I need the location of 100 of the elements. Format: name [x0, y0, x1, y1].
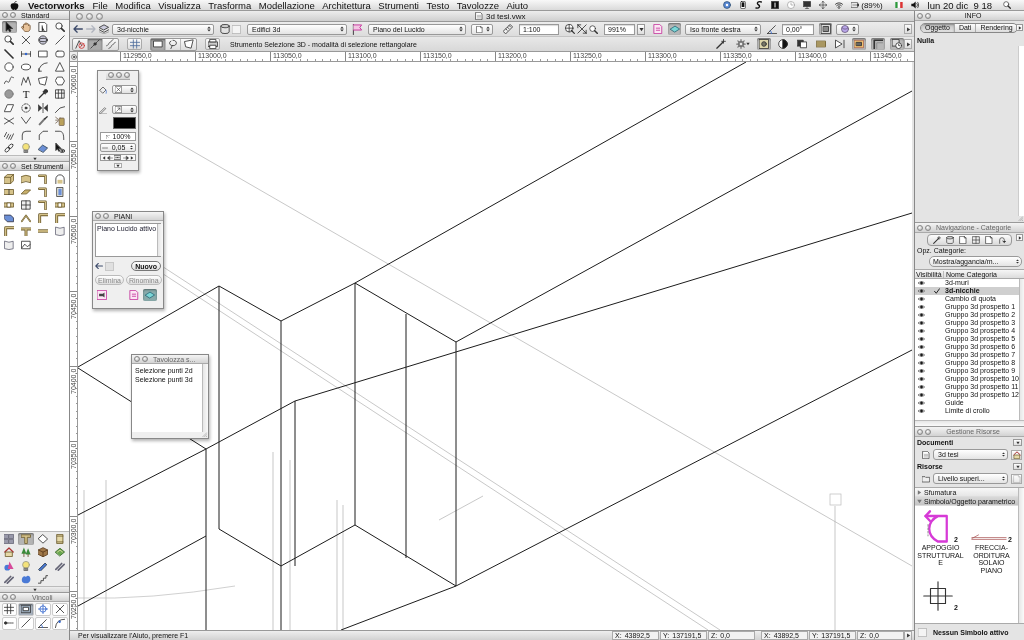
pen-icon[interactable] [99, 105, 107, 114]
app-menu[interactable]: Vectorworks [28, 0, 85, 11]
projection-button[interactable] [819, 23, 832, 35]
more-button[interactable] [1016, 234, 1023, 241]
close-button[interactable] [917, 12, 923, 19]
menu-item[interactable]: Architettura [322, 0, 371, 11]
caret-right-icon[interactable] [130, 155, 135, 160]
dark-tile-icon[interactable] [771, 1, 780, 9]
document-icon[interactable] [922, 450, 930, 459]
wand-icon[interactable] [933, 235, 941, 244]
menu-item[interactable]: Visualizza [158, 0, 201, 11]
eye-icon[interactable] [918, 353, 925, 357]
collapse-button[interactable] [10, 163, 16, 169]
resize-grip-icon[interactable] [201, 431, 207, 437]
scrollbar[interactable] [915, 420, 1024, 426]
option-button[interactable] [890, 38, 904, 50]
close-button[interactable] [2, 594, 8, 600]
mode-button[interactable] [88, 38, 103, 50]
speaker-icon[interactable] [910, 1, 919, 9]
tool-button[interactable] [35, 34, 51, 47]
selection-mode-button[interactable] [181, 38, 196, 50]
flag-icon[interactable] [894, 1, 903, 9]
clock[interactable]: lun 20 dic 9 18 [927, 0, 992, 11]
close-button[interactable] [95, 213, 101, 219]
swirl-icon[interactable] [755, 1, 764, 9]
folder-icon[interactable] [922, 474, 930, 483]
menu-item[interactable]: Trasforma [208, 0, 252, 11]
eye-icon[interactable] [918, 321, 925, 325]
menu-item[interactable]: Modellazione [258, 0, 315, 11]
fill-style-dropdown[interactable] [112, 85, 137, 94]
eye-icon[interactable] [918, 329, 925, 333]
section-menu-button[interactable] [1013, 463, 1022, 470]
menu-item[interactable]: File [92, 0, 108, 11]
ruler-icon[interactable] [503, 24, 513, 34]
page-dropdown[interactable] [471, 23, 493, 35]
close-button[interactable] [917, 428, 923, 435]
layers-icon[interactable] [99, 24, 109, 34]
scrollbar[interactable] [1018, 46, 1024, 216]
diagonal-arrows-icon[interactable] [577, 24, 587, 34]
eye-icon[interactable] [918, 377, 925, 381]
ring-icon[interactable] [723, 1, 732, 9]
menu-item[interactable]: Strumenti [378, 0, 419, 11]
pen-style-dropdown[interactable] [112, 105, 137, 114]
option-button[interactable] [776, 38, 790, 50]
eye-icon[interactable] [918, 337, 925, 341]
close-button[interactable] [76, 13, 83, 20]
collapse-button[interactable] [925, 224, 931, 231]
tool-button[interactable] [1, 20, 18, 33]
tool-set-button[interactable] [18, 546, 34, 559]
view-toggle-button[interactable] [668, 23, 681, 35]
snap-button[interactable] [1, 602, 18, 616]
resize-grip-icon[interactable] [1017, 215, 1023, 221]
print-button[interactable] [205, 38, 220, 50]
snap-button[interactable] [18, 602, 34, 616]
wifi-icon[interactable] [835, 1, 844, 9]
zoom-button[interactable] [124, 72, 130, 78]
page-icon[interactable] [959, 235, 967, 244]
scrollbar[interactable] [202, 364, 208, 432]
tool-set-button[interactable] [35, 573, 51, 586]
tool-set-button[interactable] [18, 532, 34, 545]
selection-mode-button[interactable] [166, 38, 181, 50]
option-button[interactable] [795, 38, 809, 50]
collapse-button[interactable] [142, 356, 148, 362]
collapse-button[interactable] [925, 12, 931, 19]
caret-left-icon[interactable] [101, 155, 106, 160]
eye-icon[interactable] [918, 313, 925, 317]
section-menu-button[interactable] [1013, 439, 1022, 446]
zoom-menu-button[interactable] [637, 23, 645, 35]
option-button[interactable] [714, 38, 728, 50]
eye-icon[interactable] [918, 305, 925, 309]
collapse-button[interactable] [10, 12, 16, 18]
close-button[interactable] [2, 163, 8, 169]
minimize-button[interactable] [86, 13, 93, 20]
grid-window-icon[interactable] [972, 235, 980, 244]
snap-button[interactable] [51, 616, 68, 630]
collapse-button[interactable] [10, 594, 16, 600]
cylinder-icon[interactable] [220, 24, 230, 34]
snap-button[interactable] [35, 602, 51, 616]
tool-button[interactable]: T [18, 88, 34, 101]
arrow-left-icon[interactable] [107, 154, 114, 161]
eye-icon[interactable] [918, 369, 925, 373]
eye-icon[interactable] [918, 289, 925, 293]
eye-icon[interactable] [918, 385, 925, 389]
arrow-right-icon[interactable] [122, 154, 129, 161]
more-button[interactable] [904, 39, 912, 49]
menu-item[interactable]: Modifica [115, 0, 151, 11]
paint-bucket-icon[interactable] [99, 85, 107, 94]
back-arrow-icon[interactable] [95, 262, 103, 270]
eye-icon[interactable] [918, 409, 925, 413]
eye-icon[interactable] [918, 281, 925, 285]
option-button[interactable] [833, 38, 847, 50]
phone-icon[interactable] [739, 1, 748, 9]
battery-icon[interactable] [851, 1, 860, 9]
target-icon[interactable] [70, 53, 77, 60]
palette-expand-button[interactable] [114, 163, 122, 168]
arrow-line-icon[interactable] [971, 534, 1008, 543]
tool-set-button[interactable] [35, 532, 51, 545]
snap-button[interactable] [1, 616, 18, 630]
eye-icon[interactable] [918, 393, 925, 397]
tool-button[interactable] [18, 238, 34, 251]
